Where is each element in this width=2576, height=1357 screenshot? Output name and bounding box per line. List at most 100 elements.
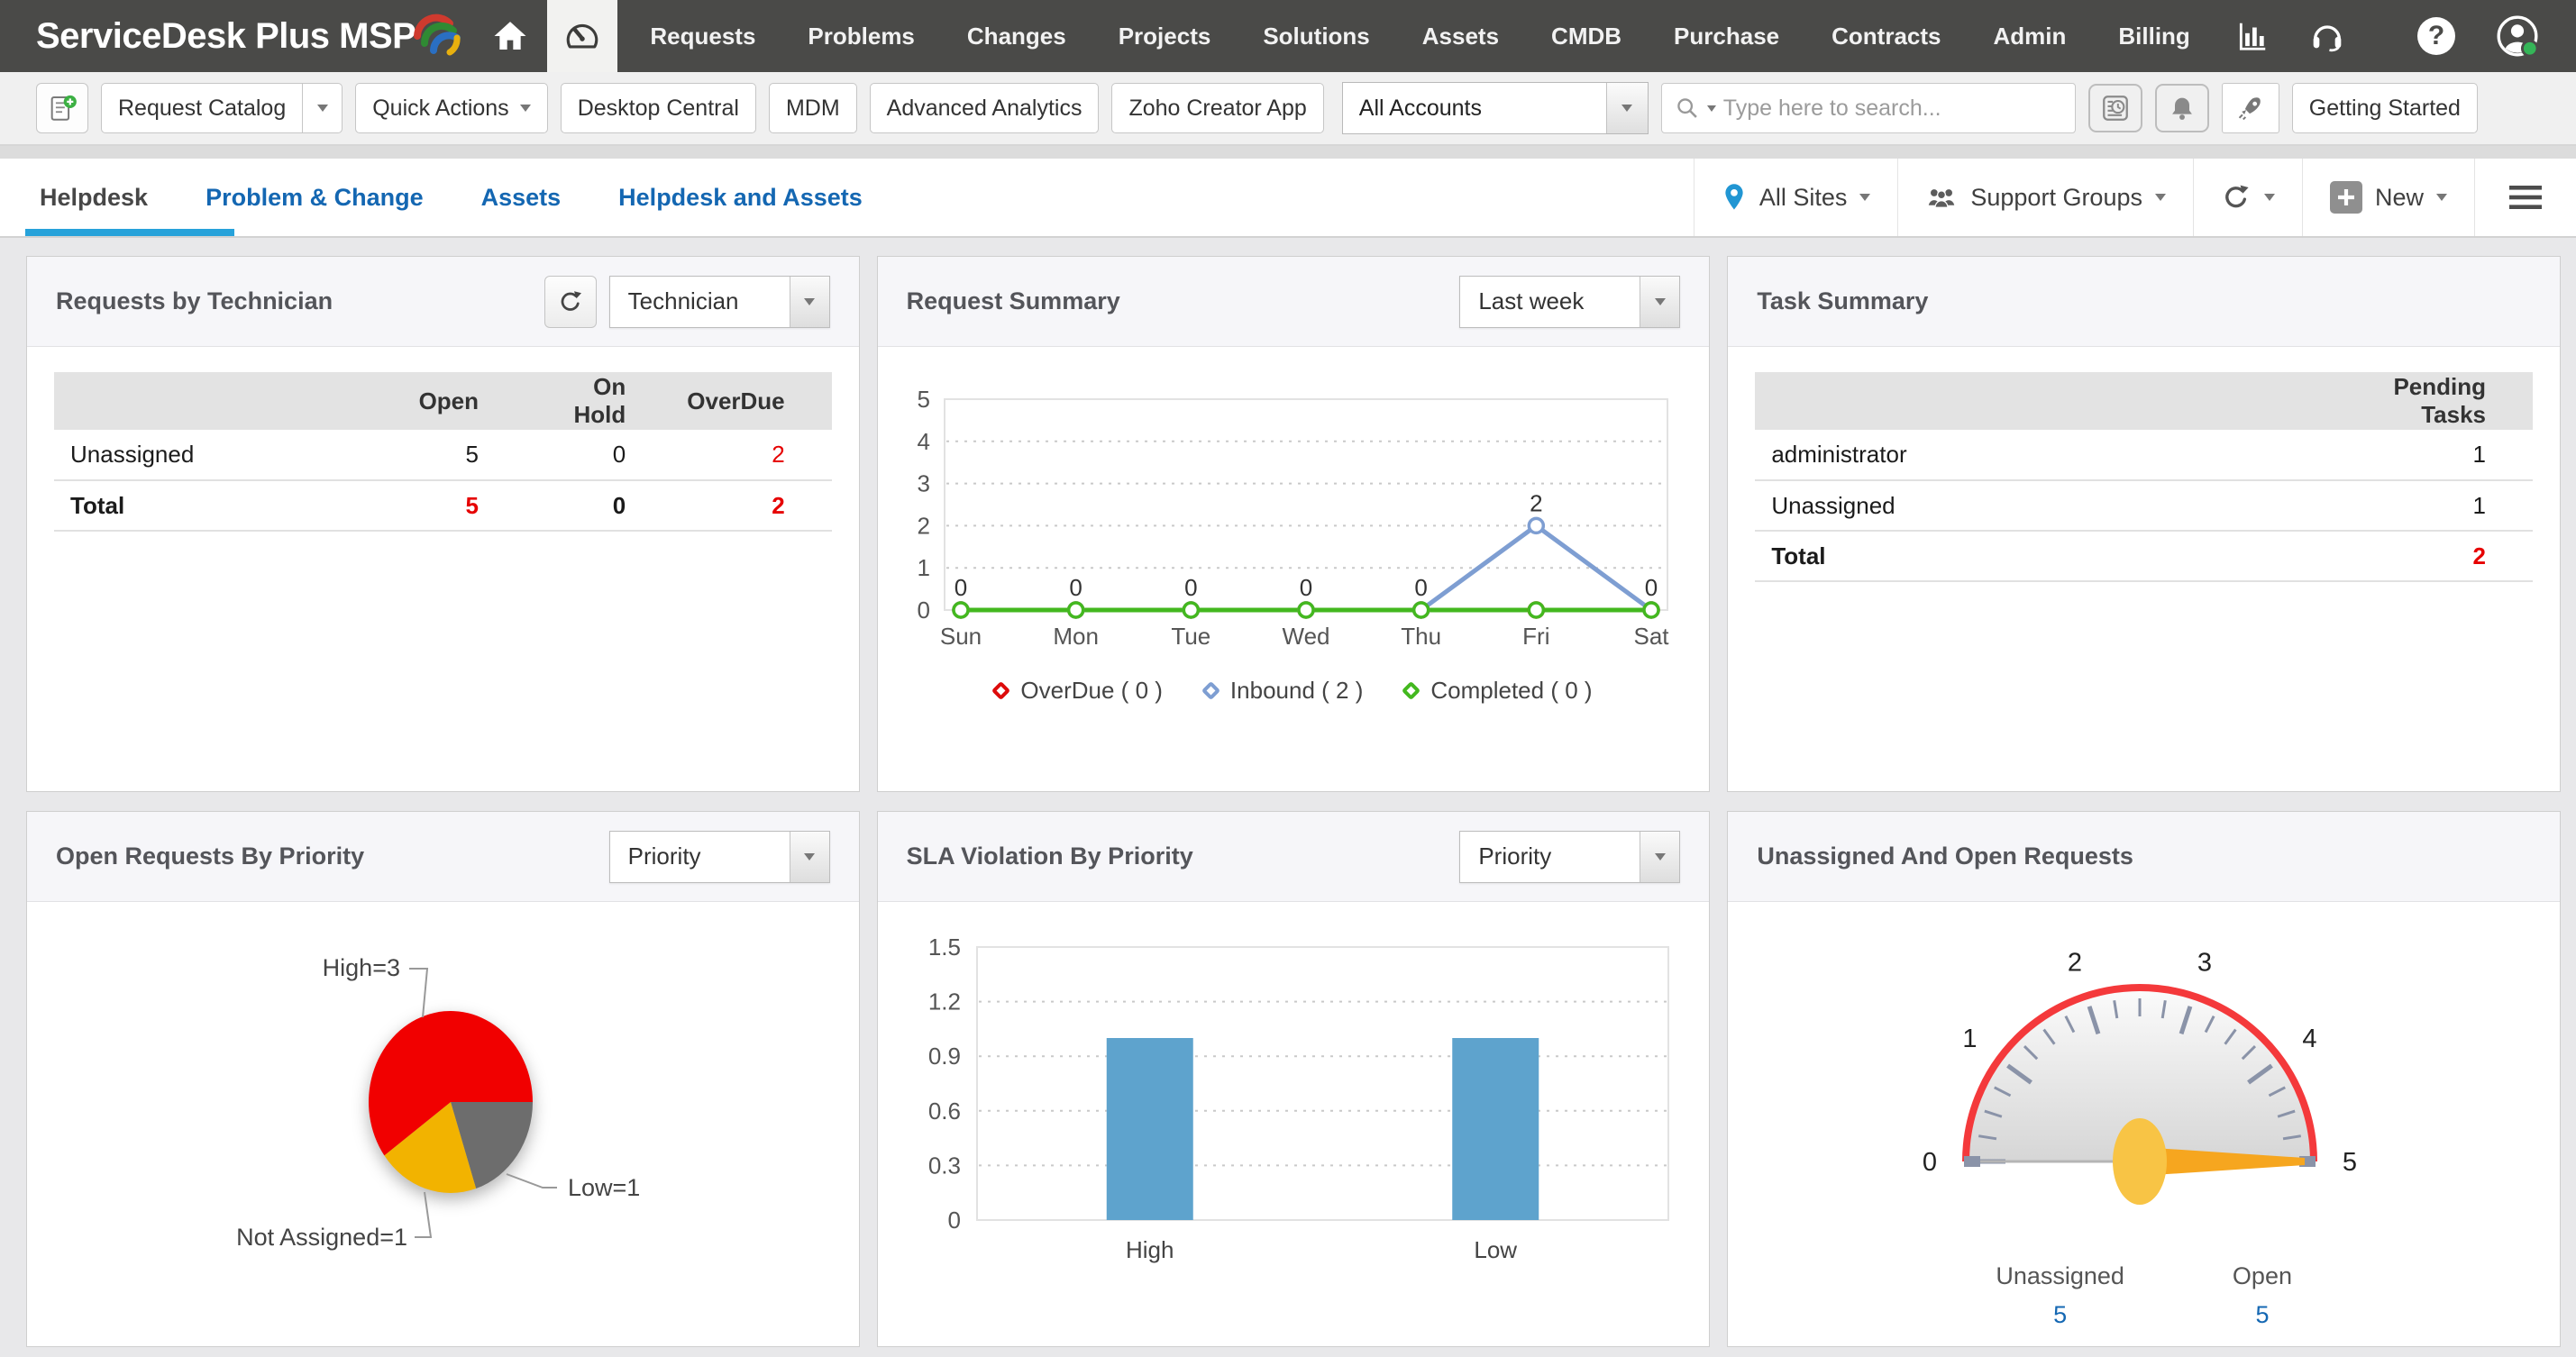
notifications-bell-icon[interactable] xyxy=(2154,84,2209,132)
tab-helpdesk[interactable]: Helpdesk xyxy=(24,159,235,236)
panel-title: Task Summary xyxy=(1757,287,1929,314)
open-requests-pie-chart[interactable]: Low=1 Not Assigned=1 High=3 xyxy=(27,911,860,1307)
table-header-row: Open On Hold OverDue xyxy=(54,372,832,430)
row-value: 2 xyxy=(672,430,832,481)
period-select[interactable]: Last week xyxy=(1459,275,1681,328)
column-header: Open xyxy=(378,372,526,430)
zoho-creator-app-button[interactable]: Zoho Creator App xyxy=(1111,83,1324,133)
home-icon[interactable] xyxy=(479,0,542,72)
request-catalog-label: Request Catalog xyxy=(118,95,287,121)
gauge-stat-value[interactable]: 5 xyxy=(2053,1301,2067,1329)
svg-text:3: 3 xyxy=(917,470,929,497)
svg-text:Sun: Sun xyxy=(940,623,982,650)
sla-violation-bar-chart[interactable]: 0 0.3 0.6 0.9 1.2 1.5 High Low xyxy=(885,925,1696,1286)
nav-item-solutions[interactable]: Solutions xyxy=(1263,23,1369,50)
group-by-select[interactable]: Priority xyxy=(1459,830,1681,883)
tab-helpdesk-and-assets[interactable]: Helpdesk and Assets xyxy=(618,159,863,236)
search-scope-caret-icon[interactable] xyxy=(1706,105,1716,112)
help-icon[interactable]: ? xyxy=(2417,0,2455,72)
search-input[interactable] xyxy=(1722,95,2062,122)
legend-item[interactable]: Inbound ( 2 ) xyxy=(1201,677,1363,705)
row-value: 1 xyxy=(2315,480,2533,532)
recent-items-icon[interactable] xyxy=(2087,84,2142,132)
legend-diamond-icon xyxy=(1402,680,1421,701)
nav-item-admin[interactable]: Admin xyxy=(1993,23,2066,50)
svg-text:0.6: 0.6 xyxy=(928,1097,961,1125)
svg-text:Low=1: Low=1 xyxy=(568,1174,640,1201)
nav-item-billing[interactable]: Billing xyxy=(2118,23,2189,50)
tab-assets[interactable]: Assets xyxy=(481,159,562,236)
plus-icon xyxy=(2329,181,2362,214)
requests-gauge-chart[interactable]: 0 1 2 3 4 5 xyxy=(1728,902,2561,1261)
app-logo[interactable]: ServiceDesk Plus MSP xyxy=(36,7,462,65)
nav-item-assets[interactable]: Assets xyxy=(1422,23,1499,50)
chevron-down-icon xyxy=(1605,83,1648,133)
presence-dot xyxy=(2520,39,2539,58)
legend-item[interactable]: Completed ( 0 ) xyxy=(1402,677,1593,705)
svg-text:Thu: Thu xyxy=(1401,623,1441,650)
svg-text:1: 1 xyxy=(1963,1025,1978,1053)
row-value: 5 xyxy=(378,480,526,532)
nav-item-requests[interactable]: Requests xyxy=(650,23,755,50)
gauge-stat: Open 5 xyxy=(2233,1262,2292,1329)
svg-text:High=3: High=3 xyxy=(323,954,400,981)
getting-started-button[interactable]: Getting Started xyxy=(2291,83,2478,133)
nav-right-icons: ? xyxy=(2417,0,2540,72)
svg-text:Low: Low xyxy=(1474,1236,1517,1263)
advanced-analytics-button[interactable]: Advanced Analytics xyxy=(869,83,1100,133)
user-avatar[interactable] xyxy=(2495,0,2540,72)
nav-item-projects[interactable]: Projects xyxy=(1119,23,1211,50)
hamburger-menu-icon[interactable] xyxy=(2474,159,2576,236)
mdm-button[interactable]: MDM xyxy=(768,83,857,133)
dashboard-grid: Requests by Technician Technician Open On… xyxy=(0,238,2576,1357)
divider-strip xyxy=(0,146,2576,159)
tab-problem-and-change[interactable]: Problem & Change xyxy=(206,159,424,236)
panel-refresh-icon[interactable] xyxy=(544,275,597,328)
nav-item-cmdb[interactable]: CMDB xyxy=(1551,23,1621,50)
row-label: Total xyxy=(1755,531,2316,582)
table-row: administrator 1 xyxy=(1755,430,2533,481)
group-by-select[interactable]: Priority xyxy=(608,830,830,883)
svg-text:0.9: 0.9 xyxy=(928,1043,961,1070)
column-header: OverDue xyxy=(672,372,832,430)
search-box[interactable] xyxy=(1660,83,2076,133)
nav-item-changes[interactable]: Changes xyxy=(967,23,1066,50)
legend-item[interactable]: OverDue ( 0 ) xyxy=(991,677,1163,705)
support-headset-icon[interactable] xyxy=(2309,0,2345,72)
nav-item-purchase[interactable]: Purchase xyxy=(1674,23,1779,50)
column-header: Pending Tasks xyxy=(2315,372,2533,430)
gauge-stat-label: Open xyxy=(2232,1262,2292,1289)
request-catalog-button[interactable]: Request Catalog xyxy=(101,83,343,133)
add-request-template-icon[interactable] xyxy=(36,83,88,133)
chevron-down-icon xyxy=(1640,276,1680,327)
svg-text:High: High xyxy=(1126,1236,1174,1263)
row-value: 5 xyxy=(378,430,526,481)
chevron-down-icon xyxy=(789,276,829,327)
dashboard-icon[interactable] xyxy=(547,0,618,72)
refresh-dropdown[interactable] xyxy=(2192,159,2302,236)
refresh-icon xyxy=(2225,185,2249,208)
sites-filter-dropdown[interactable]: All Sites xyxy=(1693,159,1898,236)
chevron-down-icon xyxy=(1640,831,1680,882)
group-by-select[interactable]: Technician xyxy=(608,275,830,328)
gauge-stat-value[interactable]: 5 xyxy=(2255,1301,2269,1329)
account-select[interactable]: All Accounts xyxy=(1341,82,1649,134)
svg-text:3: 3 xyxy=(2197,948,2212,977)
whats-new-rocket-icon[interactable] xyxy=(2221,83,2279,133)
nav-item-problems[interactable]: Problems xyxy=(808,23,915,50)
chevron-down-icon[interactable] xyxy=(302,84,342,132)
task-summary-table: Pending Tasks administrator 1 Unassigned 1 To… xyxy=(1755,372,2533,582)
quick-actions-button[interactable]: Quick Actions xyxy=(355,83,548,133)
support-groups-dropdown[interactable]: Support Groups xyxy=(1897,159,2193,236)
reports-bar-chart-icon[interactable] xyxy=(2235,0,2270,72)
desktop-central-button[interactable]: Desktop Central xyxy=(560,83,756,133)
svg-text:0: 0 xyxy=(917,597,929,624)
row-value: 1 xyxy=(2315,430,2533,481)
people-group-icon xyxy=(1929,189,1955,208)
new-dashboard-button[interactable]: New xyxy=(2301,159,2474,236)
nav-item-contracts[interactable]: Contracts xyxy=(1832,23,1941,50)
svg-text:Mon: Mon xyxy=(1053,623,1099,650)
request-summary-line-chart[interactable]: 012345Sun Mon Tue Wed Thu Fri Sat0 0 0 0 020 xyxy=(885,360,1696,657)
panel-unassigned-and-open-requests: Unassigned And Open Requests 0 1 2 3 4 5 Unas… xyxy=(1727,811,2561,1347)
svg-text:4: 4 xyxy=(917,428,929,455)
